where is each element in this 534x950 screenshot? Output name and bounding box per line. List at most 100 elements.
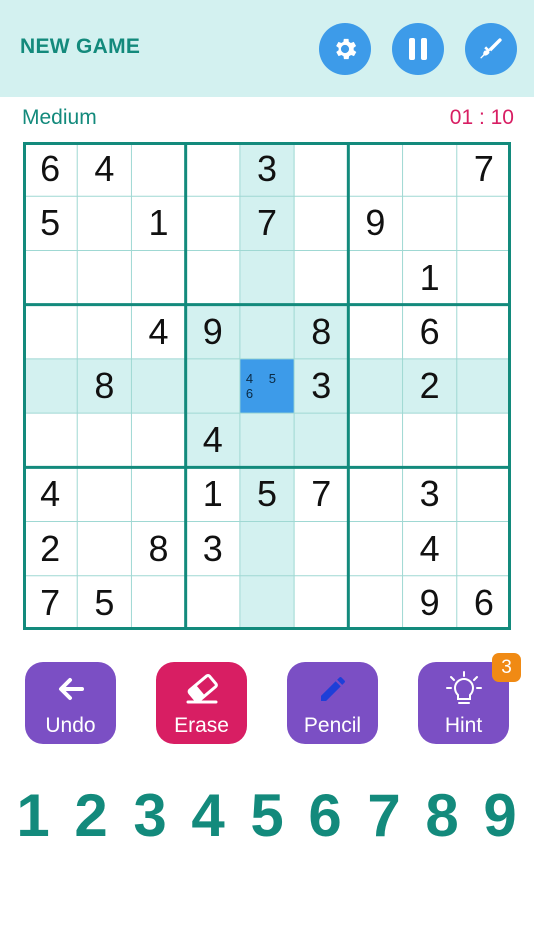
board-cell[interactable] — [348, 413, 402, 467]
board-cell[interactable] — [348, 467, 402, 521]
board-cell[interactable]: 8 — [294, 304, 349, 359]
board-cell[interactable]: 9 — [403, 576, 457, 630]
board-cell[interactable] — [348, 576, 402, 630]
board-cell[interactable] — [239, 250, 295, 305]
board-cell[interactable] — [186, 576, 240, 630]
board-cell[interactable] — [348, 305, 402, 359]
numpad-key[interactable]: 4 — [179, 780, 237, 852]
board-cell[interactable] — [294, 142, 348, 196]
board-cell[interactable]: 4 — [131, 305, 185, 359]
board-cell[interactable]: 7 — [239, 196, 295, 251]
numpad-key[interactable]: 5 — [238, 780, 296, 852]
board-cell[interactable]: 1 — [131, 196, 185, 250]
board-cell[interactable]: 5 — [23, 196, 77, 250]
board-cell[interactable] — [185, 358, 240, 414]
board-cell[interactable] — [77, 522, 131, 576]
board-cell[interactable]: 6 — [23, 142, 77, 196]
board-cell[interactable] — [457, 305, 511, 359]
board-cell[interactable] — [131, 413, 185, 467]
board-cell[interactable]: 5 — [77, 576, 131, 630]
board-cell[interactable]: 6 — [403, 305, 457, 359]
board-cell[interactable] — [348, 142, 402, 196]
settings-button[interactable] — [319, 23, 371, 75]
cell-value: 1 — [419, 256, 440, 298]
board-cell[interactable] — [23, 250, 77, 304]
board-cell[interactable]: 3 — [239, 142, 295, 197]
board-cell[interactable] — [186, 250, 240, 304]
board-cell[interactable] — [131, 576, 185, 630]
numpad-key[interactable]: 8 — [413, 780, 471, 852]
board-cell[interactable] — [77, 250, 131, 304]
board-cell[interactable]: 3 — [403, 467, 457, 521]
board-cell[interactable]: 8 — [131, 522, 185, 576]
board-cell[interactable] — [77, 467, 131, 521]
board-cell[interactable]: 4 — [23, 467, 77, 521]
board-cell[interactable] — [294, 576, 348, 630]
board-cell[interactable] — [294, 522, 348, 576]
board-cell[interactable] — [131, 142, 185, 196]
pencil-button[interactable]: Pencil — [287, 662, 378, 744]
board-cell[interactable]: 7 — [294, 467, 348, 521]
board-cell[interactable] — [457, 467, 511, 521]
board-cell[interactable]: 8 — [77, 358, 132, 414]
board-cell[interactable] — [77, 196, 131, 250]
board-cell[interactable]: 3 — [186, 522, 240, 576]
board-cell[interactable] — [403, 196, 457, 250]
board-cell[interactable]: 4 — [185, 413, 240, 468]
numpad-key[interactable]: 6 — [296, 780, 354, 852]
numpad-key[interactable]: 9 — [471, 780, 529, 852]
hint-count-badge: 3 — [492, 653, 521, 682]
board-cell[interactable] — [456, 358, 511, 414]
board-cell[interactable] — [131, 250, 185, 304]
cell-value: 4 — [40, 473, 61, 515]
board-cell[interactable] — [23, 358, 78, 414]
board-cell[interactable] — [77, 413, 131, 467]
board-cell[interactable] — [23, 305, 77, 359]
numpad-key[interactable]: 3 — [121, 780, 179, 852]
board-cell[interactable]: 1 — [186, 467, 240, 521]
erase-button[interactable]: Erase — [156, 662, 247, 744]
theme-button[interactable] — [465, 23, 517, 75]
board-cell[interactable] — [239, 521, 295, 576]
board-cell[interactable] — [131, 358, 186, 414]
board-cell[interactable]: 2 — [402, 358, 457, 414]
board-cell[interactable] — [77, 305, 131, 359]
board-cell[interactable]: 4 5 6 — [239, 358, 295, 414]
board-cell[interactable] — [23, 413, 77, 467]
board-cell[interactable] — [131, 467, 185, 521]
board-cell[interactable] — [348, 250, 402, 304]
numpad-key[interactable]: 2 — [62, 780, 120, 852]
board-cell[interactable] — [239, 575, 295, 630]
board-cell[interactable]: 4 — [77, 142, 131, 196]
board-cell[interactable]: 5 — [239, 467, 295, 522]
board-cell[interactable]: 2 — [23, 522, 77, 576]
numpad-key[interactable]: 7 — [355, 780, 413, 852]
board-cell[interactable] — [457, 522, 511, 576]
board-cell[interactable]: 6 — [457, 576, 511, 630]
board-cell[interactable] — [348, 522, 402, 576]
board-cell[interactable] — [294, 250, 348, 304]
pause-button[interactable] — [392, 23, 444, 75]
board-cell[interactable] — [348, 358, 403, 414]
board-cell[interactable] — [239, 413, 295, 468]
board-cell[interactable]: 9 — [185, 304, 240, 359]
board-cell[interactable]: 1 — [403, 250, 457, 304]
board-cell[interactable] — [457, 196, 511, 250]
board-cell[interactable] — [457, 413, 511, 467]
board-cell[interactable]: 4 — [403, 522, 457, 576]
board-cell[interactable]: 3 — [294, 358, 349, 414]
board-cell[interactable] — [403, 413, 457, 467]
board-cell[interactable] — [186, 142, 240, 196]
undo-button[interactable]: Undo — [25, 662, 116, 744]
board-cell[interactable] — [239, 304, 295, 359]
board-cell[interactable] — [457, 250, 511, 304]
board-cell[interactable]: 7 — [457, 142, 511, 196]
board-cell[interactable]: 9 — [348, 196, 402, 250]
board-cell[interactable] — [294, 196, 348, 250]
numpad-key[interactable]: 1 — [4, 780, 62, 852]
new-game-button[interactable]: NEW GAME — [20, 35, 140, 59]
board-cell[interactable] — [403, 142, 457, 196]
board-cell[interactable]: 7 — [23, 576, 77, 630]
board-cell[interactable] — [186, 196, 240, 250]
board-cell[interactable] — [294, 413, 349, 468]
